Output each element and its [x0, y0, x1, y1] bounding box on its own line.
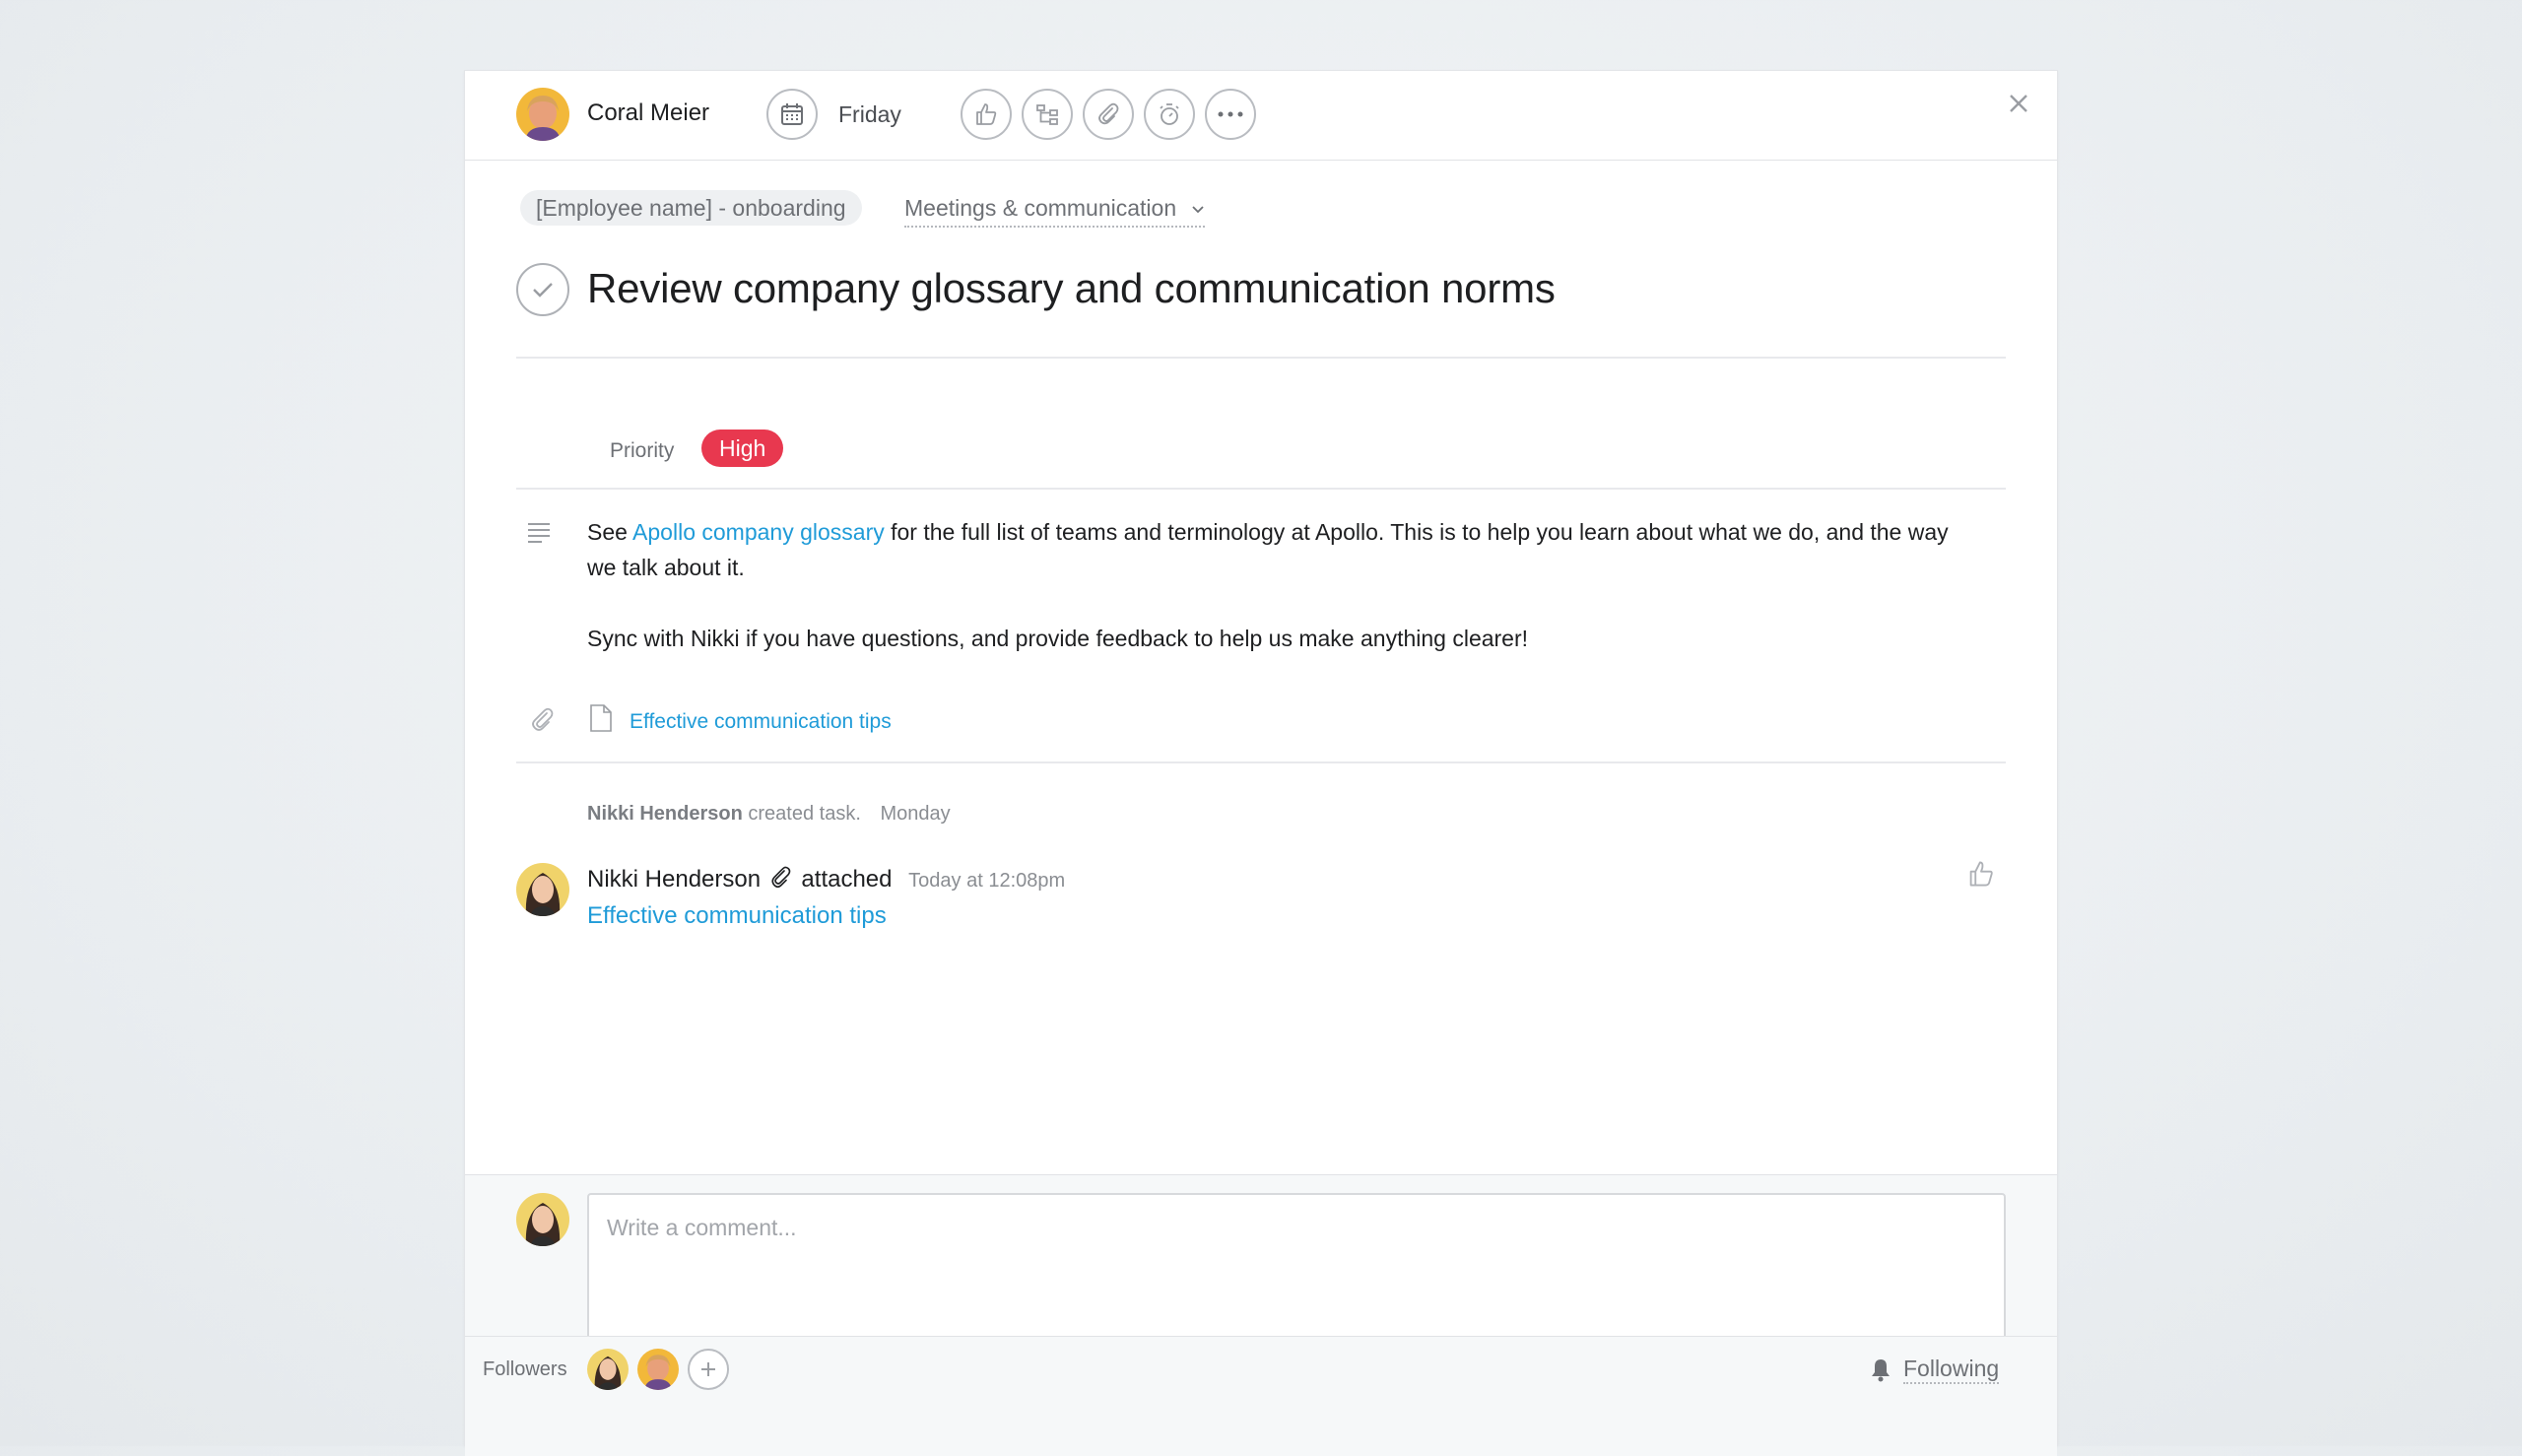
mark-complete-button[interactable]: [516, 263, 569, 316]
file-icon: [590, 704, 612, 732]
story-text: created task.: [748, 803, 861, 825]
more-actions-button[interactable]: [1205, 89, 1256, 140]
story-timestamp: Monday: [880, 803, 951, 825]
comment-attachment-link[interactable]: Effective communication tips: [587, 902, 887, 930]
priority-value-badge[interactable]: High: [701, 430, 784, 467]
attachment-link[interactable]: Effective communication tips: [630, 710, 892, 734]
activity-story: Nikki Henderson created task. Monday: [587, 803, 951, 826]
follower-avatar[interactable]: [637, 1349, 679, 1390]
paperclip-icon: [771, 866, 791, 889]
followers-label: Followers: [483, 1358, 567, 1380]
comment-author[interactable]: Nikki Henderson: [587, 866, 761, 893]
glossary-link[interactable]: Apollo company glossary: [632, 519, 885, 545]
time-tracking-button[interactable]: [1144, 89, 1195, 140]
bell-icon: [1872, 1359, 1890, 1382]
section-label: Meetings & communication: [904, 195, 1177, 221]
calendar-icon: [781, 103, 803, 125]
comment-composer: [465, 1174, 2057, 1456]
attach-button[interactable]: [1083, 89, 1134, 140]
subtask-icon: [1036, 104, 1058, 125]
task-detail-pane: Coral Meier Friday [Employee name] - onb…: [464, 70, 2058, 1456]
story-author[interactable]: Nikki Henderson: [587, 803, 743, 825]
checkmark-icon: [533, 283, 553, 298]
followers-bar: Followers Following: [465, 1336, 2057, 1396]
description-icon: [526, 521, 552, 548]
current-user-avatar: [516, 1193, 569, 1246]
due-date-button[interactable]: [766, 89, 818, 140]
thumbs-up-icon: [976, 103, 997, 125]
ellipsis-icon: [1218, 111, 1243, 117]
chevron-down-icon: [1191, 206, 1204, 214]
follower-avatar[interactable]: [587, 1349, 629, 1390]
paperclip-icon: [532, 707, 554, 731]
following-label: Following: [1903, 1356, 2000, 1384]
description-text: See: [587, 519, 633, 545]
comment-author-avatar[interactable]: [516, 863, 569, 916]
subtasks-button[interactable]: [1022, 89, 1073, 140]
task-description[interactable]: See Apollo company glossary for the full…: [587, 514, 1976, 656]
comment-action: attached: [801, 866, 893, 893]
following-toggle[interactable]: Following: [1868, 1355, 2006, 1384]
due-date-label[interactable]: Friday: [838, 101, 901, 128]
close-button[interactable]: [2004, 89, 2033, 118]
stopwatch-icon: [1160, 103, 1179, 125]
description-text: Sync with Nikki if you have questions, a…: [587, 626, 1529, 651]
assignee-name[interactable]: Coral Meier: [587, 99, 709, 127]
priority-field-label: Priority: [610, 439, 675, 462]
project-pill[interactable]: [Employee name] - onboarding: [520, 190, 862, 226]
title-row: Review company glossary and communicatio…: [516, 263, 2006, 359]
thumbs-up-icon: [1969, 861, 1993, 887]
close-icon: [2010, 95, 2027, 112]
assignee-avatar[interactable]: [516, 88, 569, 141]
custom-fields: Priority High: [516, 357, 2006, 490]
like-task-button[interactable]: [961, 89, 1012, 140]
section-dropdown[interactable]: Meetings & communication: [904, 190, 1205, 228]
like-comment-button[interactable]: [1966, 859, 1996, 893]
attachments-row: Effective communication tips: [516, 690, 2006, 763]
comment-timestamp[interactable]: Today at 12:08pm: [908, 870, 1065, 892]
paperclip-icon: [1098, 102, 1119, 125]
add-follower-button[interactable]: [688, 1349, 729, 1390]
comment-header: Nikki Henderson attached Today at 12:08p…: [587, 866, 1065, 893]
plus-icon: [701, 1362, 715, 1376]
task-toolbar: Coral Meier Friday: [465, 71, 2057, 161]
task-title[interactable]: Review company glossary and communicatio…: [587, 265, 1556, 312]
